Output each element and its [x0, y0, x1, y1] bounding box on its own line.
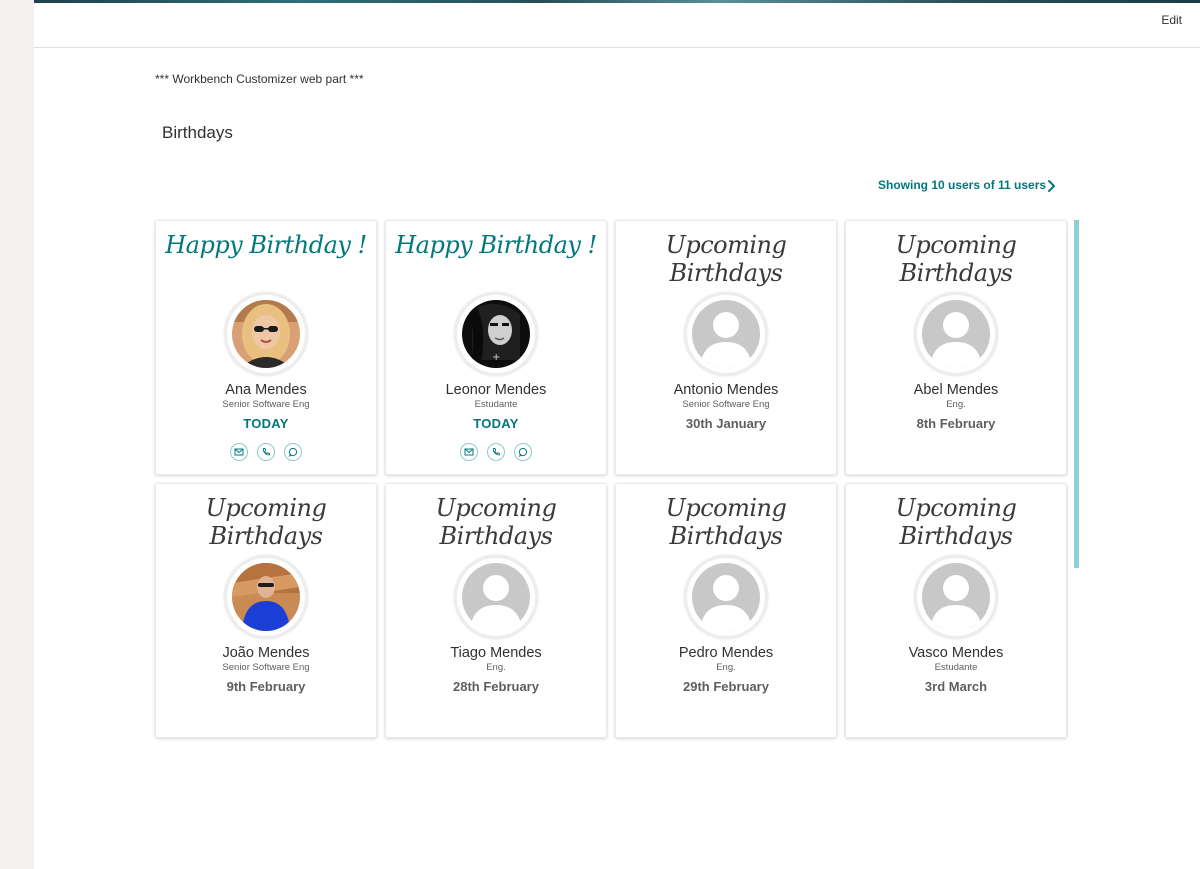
edit-button[interactable]: Edit	[1161, 13, 1182, 27]
command-bar: Edit	[34, 3, 1200, 48]
chat-icon	[288, 447, 298, 457]
phone-icon	[492, 448, 500, 456]
user-job-title: Senior Software Eng	[682, 399, 770, 410]
avatar: +	[457, 295, 535, 373]
avatar	[917, 295, 995, 373]
user-name: Tiago Mendes	[450, 645, 542, 661]
left-rail	[0, 0, 34, 869]
card-headline: Upcoming Birthdays	[665, 231, 787, 287]
birthday-date: 3rd March	[924, 679, 988, 694]
user-name: Vasco Mendes	[908, 645, 1004, 661]
card-headline: Upcoming Birthdays	[895, 494, 1017, 550]
user-job-title: Estudante	[474, 399, 518, 410]
card-headline: Upcoming Birthdays	[665, 494, 787, 550]
user-job-title: Senior Software Eng	[222, 399, 310, 410]
user-name: Ana Mendes	[225, 382, 307, 398]
avatar	[227, 295, 305, 373]
card-headline: Upcoming Birthdays	[895, 231, 1017, 287]
call-button[interactable]	[487, 443, 505, 461]
birthday-card: Upcoming Birthdays Vasco Mendes Estudant…	[845, 483, 1067, 738]
user-photo	[232, 300, 300, 368]
birthday-card: Upcoming Birthdays Antonio Mendes Senior…	[615, 220, 837, 475]
person-placeholder-icon	[692, 563, 760, 631]
contact-actions	[460, 443, 532, 461]
user-photo: +	[462, 300, 530, 368]
birthday-date: 29th February	[683, 679, 769, 694]
person-placeholder-icon	[922, 300, 990, 368]
birthday-date: 9th February	[226, 679, 306, 694]
birthday-card: Upcoming Birthdays Abel Mendes Eng. 8th …	[845, 220, 1067, 475]
next-page-button[interactable]	[1042, 177, 1060, 195]
birthday-card: Happy Birthday ! Ana Mendes Senior Softw…	[155, 220, 377, 475]
pager-status: Showing 10 users of 11 users	[878, 178, 1047, 192]
person-placeholder-icon	[462, 563, 530, 631]
mail-icon	[464, 448, 474, 456]
user-name: Abel Mendes	[913, 382, 999, 398]
person-placeholder-icon	[922, 563, 990, 631]
vertical-scrollbar-thumb[interactable]	[1074, 220, 1079, 568]
person-placeholder-icon	[692, 300, 760, 368]
birthday-card: Happy Birthday ! + Leonor Mendes Estudan…	[385, 220, 607, 475]
card-headline: Upcoming Birthdays	[435, 494, 557, 550]
birthday-card: Upcoming Birthdays João Mendes Senior So…	[155, 483, 377, 738]
webpart-title: Birthdays	[162, 123, 233, 142]
chat-button[interactable]	[514, 443, 532, 461]
customizer-banner: *** Workbench Customizer web part ***	[155, 72, 364, 86]
user-name: João Mendes	[222, 645, 310, 661]
chat-icon	[518, 447, 528, 457]
birthday-date: 28th February	[453, 679, 539, 694]
phone-icon	[262, 448, 270, 456]
user-name: Antonio Mendes	[673, 382, 779, 398]
avatar	[917, 558, 995, 636]
avatar	[457, 558, 535, 636]
birthday-date: TODAY	[243, 416, 289, 431]
mail-icon	[234, 448, 244, 456]
user-photo	[232, 563, 300, 631]
avatar	[227, 558, 305, 636]
birthday-card: Upcoming Birthdays Pedro Mendes Eng. 29t…	[615, 483, 837, 738]
user-job-title: Eng.	[486, 662, 506, 673]
user-name: Leonor Mendes	[445, 382, 547, 398]
card-headline: Upcoming Birthdays	[205, 494, 327, 550]
chat-button[interactable]	[284, 443, 302, 461]
user-name: Pedro Mendes	[678, 645, 774, 661]
workbench-page: Edit *** Workbench Customizer web part *…	[34, 3, 1200, 869]
send-email-button[interactable]	[460, 443, 478, 461]
user-job-title: Eng.	[716, 662, 736, 673]
birthday-card: Upcoming Birthdays Tiago Mendes Eng. 28t…	[385, 483, 607, 738]
chevron-right-icon	[1048, 180, 1055, 192]
card-headline: Happy Birthday !	[395, 231, 597, 259]
send-email-button[interactable]	[230, 443, 248, 461]
user-job-title: Estudante	[934, 662, 978, 673]
user-job-title: Senior Software Eng	[222, 662, 310, 673]
birthday-date: 30th January	[685, 416, 767, 431]
svg-text:+: +	[492, 352, 500, 363]
user-job-title: Eng.	[946, 399, 966, 410]
avatar	[687, 558, 765, 636]
card-headline: Happy Birthday !	[165, 231, 367, 259]
contact-actions	[230, 443, 302, 461]
avatar	[687, 295, 765, 373]
birthday-cards-grid: Happy Birthday ! Ana Mendes Senior Softw…	[155, 220, 1075, 740]
birthday-date: 8th February	[916, 416, 996, 431]
call-button[interactable]	[257, 443, 275, 461]
birthday-date: TODAY	[473, 416, 519, 431]
